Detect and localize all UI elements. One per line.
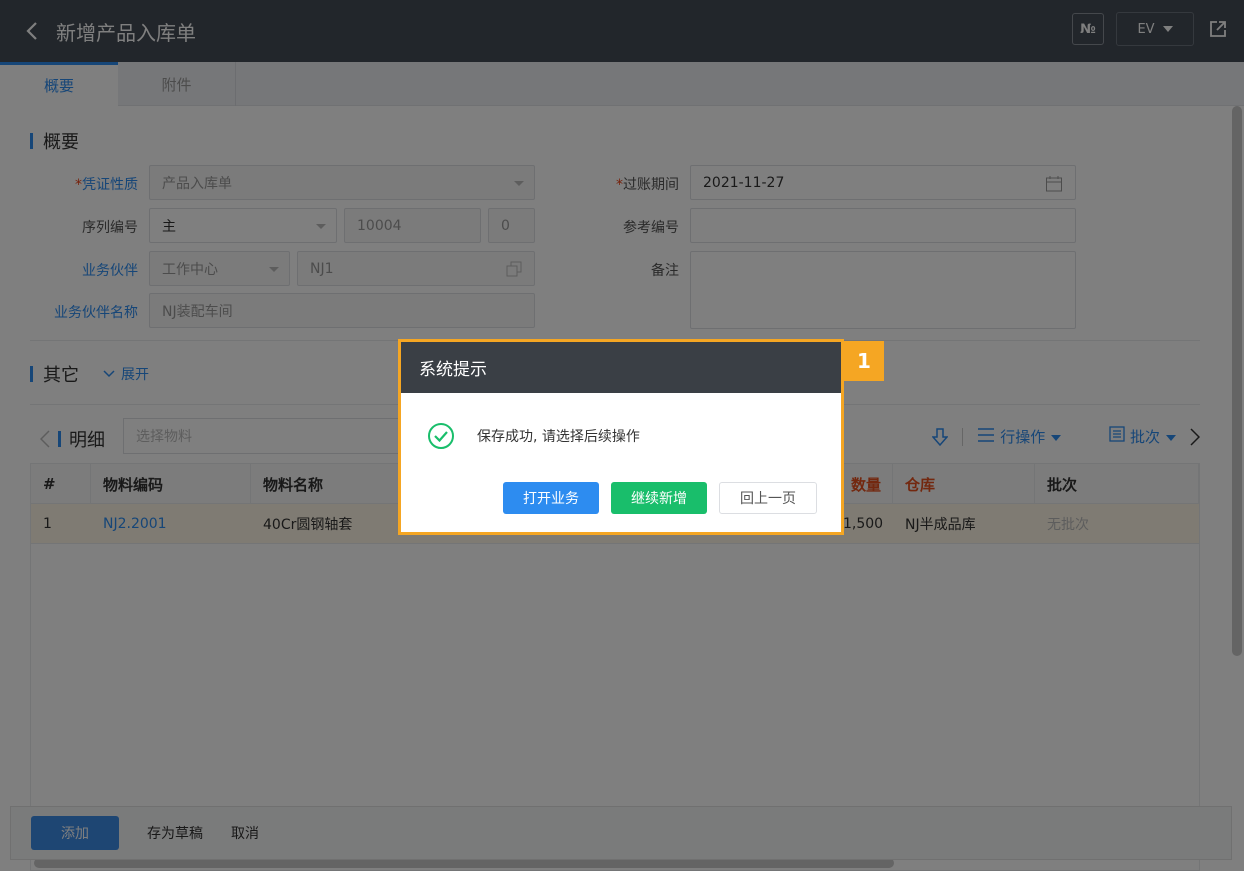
open-business-button[interactable]: 打开业务 bbox=[503, 482, 599, 514]
back-previous-button[interactable]: 回上一页 bbox=[719, 482, 817, 514]
success-check-icon bbox=[428, 423, 454, 449]
continue-add-button[interactable]: 继续新增 bbox=[611, 482, 707, 514]
dialog-message: 保存成功, 请选择后续操作 bbox=[477, 429, 640, 445]
dialog-title: 系统提示 bbox=[401, 342, 841, 393]
system-prompt-dialog: 系统提示 保存成功, 请选择后续操作 打开业务 继续新增 回上一页 bbox=[398, 339, 844, 535]
step-badge: 1 bbox=[844, 341, 884, 381]
